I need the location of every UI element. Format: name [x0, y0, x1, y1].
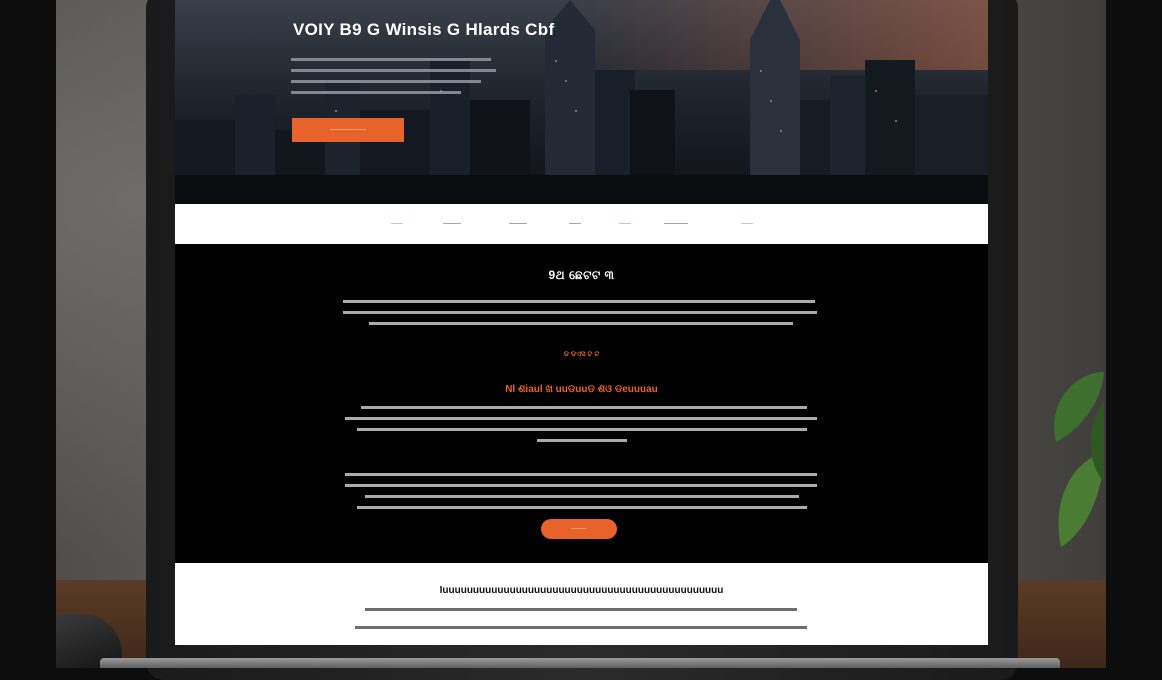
intro-text-line: [369, 322, 793, 325]
footer-section: Iuuuuuuuuuuuuuuuuuuuuuuuuuuuuuuuuuuuuuuu…: [175, 563, 988, 645]
plant-leaves: [1054, 372, 1104, 547]
footer-heading: Iuuuuuuuuuuuuuuuuuuuuuuuuuuuuuuuuuuuuuuu…: [439, 585, 724, 596]
hero-section: VOIY B9 G Winsis G Hlards Cbf ——————: [175, 0, 988, 204]
nav-item-3[interactable]: ———: [509, 221, 527, 227]
nav-item-4[interactable]: ——: [569, 221, 581, 227]
hero-cta-button[interactable]: ——————: [292, 118, 404, 142]
hero-text-line: [291, 91, 461, 94]
laptop-base: [100, 658, 1060, 668]
nav-item-6[interactable]: ————: [664, 221, 688, 227]
browser-screen: VOIY B9 G Winsis G Hlards Cbf —————— —— …: [175, 0, 988, 645]
body-text-line: [345, 484, 817, 487]
intro-text-line: [343, 300, 815, 303]
about-section: 9ଥ ଛେଟଟ ୩ ଡ ଡଏସ ଟ ଟ Nl ଶiaul ଖ uuଡuuଡ ଶଓ…: [175, 244, 988, 563]
section-sub-title: Nl ଶiaul ଖ uuଡuuଡ ଶଓ ଡeuuuau: [505, 384, 658, 395]
intro-text-line: [343, 311, 817, 314]
nav-item-7[interactable]: ——: [741, 221, 753, 227]
body-text-line: [345, 473, 817, 476]
nav-item-5[interactable]: ——: [619, 221, 631, 227]
hero-title: VOIY B9 G Winsis G Hlards Cbf: [293, 20, 555, 39]
hero-text-line: [291, 80, 481, 83]
section-title: 9ଥ ଛେଟଟ ୩: [548, 268, 615, 282]
body-text-line: [345, 417, 817, 420]
footer-text-line: [365, 608, 797, 611]
nav-item-2[interactable]: ———: [443, 221, 461, 227]
section-cta-button[interactable]: ———: [541, 519, 617, 539]
hero-subtitle-lines: [291, 58, 496, 102]
body-text-line: [361, 406, 807, 409]
body-text-line: [357, 428, 807, 431]
body-text-line: [357, 506, 807, 509]
hero-text-line: [291, 69, 496, 72]
footer-text-line: [355, 626, 807, 629]
main-nav: —— ——— ——— —— —— ———— ——: [175, 204, 988, 244]
hero-text-line: [291, 58, 491, 61]
section-sub-label: ଡ ଡଏସ ଟ ଟ: [563, 351, 600, 358]
nav-item-1[interactable]: ——: [391, 221, 403, 227]
body-text-line: [365, 495, 799, 498]
body-text-line: [537, 439, 627, 442]
